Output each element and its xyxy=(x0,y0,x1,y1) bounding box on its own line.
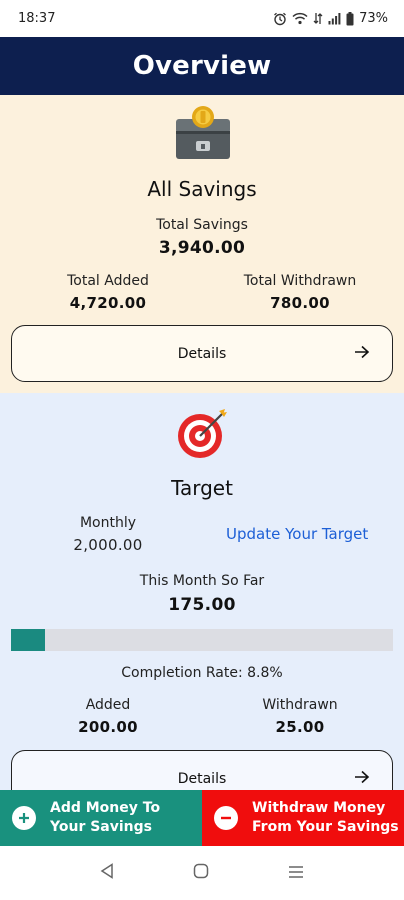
alarm-icon xyxy=(273,12,287,26)
battery-percentage: 73% xyxy=(359,11,388,26)
update-target-link[interactable]: Update Your Target xyxy=(226,525,368,543)
add-money-label-line2: Your Savings xyxy=(50,819,152,835)
status-time: 18:37 xyxy=(18,11,56,26)
savings-title: All Savings xyxy=(147,177,257,201)
withdrawn-label: Withdrawn xyxy=(262,697,338,713)
minus-icon xyxy=(214,806,238,830)
added-label: Added xyxy=(85,697,131,713)
withdraw-money-label-line1: Withdraw Money xyxy=(252,800,386,816)
total-savings-value: 3,940.00 xyxy=(158,238,246,258)
battery-icon xyxy=(346,11,354,26)
completion-rate: Completion Rate: 8.8% xyxy=(121,665,283,681)
status-icons: 73% xyxy=(273,11,388,26)
action-bar: Add Money To Your Savings Withdraw Money… xyxy=(0,790,404,846)
target-details-label: Details xyxy=(177,770,227,787)
this-month-label: This Month So Far xyxy=(139,573,265,589)
total-withdrawn-label: Total Withdrawn xyxy=(243,273,357,289)
recents-icon[interactable] xyxy=(288,864,304,883)
total-added-label: Total Added xyxy=(67,273,149,289)
this-month-value: 175.00 xyxy=(168,595,236,615)
target-details-button[interactable]: Details xyxy=(11,750,393,793)
system-nav-bar xyxy=(0,846,404,900)
add-money-label-line1: Add Money To xyxy=(50,800,161,816)
back-icon[interactable] xyxy=(100,863,114,883)
savings-details-label: Details xyxy=(177,345,227,362)
add-money-button[interactable]: Add Money To Your Savings xyxy=(0,790,202,846)
app-header: Overview xyxy=(0,37,404,95)
total-added-value: 4,720.00 xyxy=(69,294,147,312)
signal-icon xyxy=(328,12,341,25)
target-title: Target xyxy=(171,476,233,500)
withdrawn-value: 25.00 xyxy=(275,718,325,736)
total-savings-label: Total Savings xyxy=(156,217,248,233)
target-section: Target Monthly 2,000.00 Update Your Targ… xyxy=(0,393,404,793)
monthly-label: Monthly xyxy=(79,515,137,531)
wifi-icon xyxy=(292,12,308,25)
status-bar: 18:37 73% xyxy=(0,0,404,37)
savings-details-button[interactable]: Details xyxy=(11,325,393,382)
home-icon[interactable] xyxy=(193,863,209,883)
plus-icon xyxy=(12,806,36,830)
arrow-right-icon xyxy=(354,345,370,363)
add-money-label: Add Money To Your Savings xyxy=(50,799,160,837)
withdraw-money-button[interactable]: Withdraw Money From Your Savings xyxy=(202,790,404,846)
target-progress-bar xyxy=(11,629,393,651)
page-title: Overview xyxy=(132,51,272,81)
added-value: 200.00 xyxy=(78,718,138,736)
savings-section: All Savings Total Savings 3,940.00 Total… xyxy=(0,95,404,393)
withdraw-money-label: Withdraw Money From Your Savings xyxy=(252,799,399,837)
target-progress-fill xyxy=(11,629,45,651)
data-icon xyxy=(313,12,323,25)
chest-coin-icon xyxy=(174,105,232,167)
target-dart-icon xyxy=(175,405,231,465)
arrow-right-icon xyxy=(354,770,370,788)
withdraw-money-label-line2: From Your Savings xyxy=(252,819,399,835)
monthly-value: 2,000.00 xyxy=(73,536,143,554)
total-withdrawn-value: 780.00 xyxy=(270,294,330,312)
